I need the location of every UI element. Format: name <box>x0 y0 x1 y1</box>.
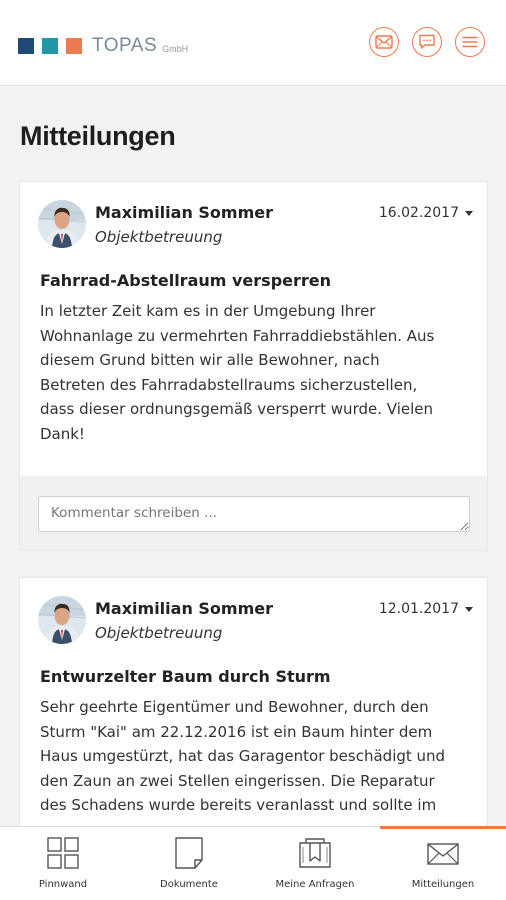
envelope-icon <box>427 843 459 865</box>
body-line: In letzter Zeit kam es in der Umgebung I… <box>40 302 376 320</box>
author-photo <box>38 200 86 248</box>
menu-icon <box>462 36 478 48</box>
avatar[interactable] <box>38 200 86 248</box>
message-title: Fahrrad-Abstellraum versperren <box>40 271 332 290</box>
body-line: den Zaun an zwei Stellen eingerissen. Di… <box>40 771 435 790</box>
tab-dokumente[interactable]: Dokumente <box>126 827 252 900</box>
logo-square-blue <box>18 38 34 54</box>
body-line: Betreten des Fahrradabstellraums sicherz… <box>40 375 418 394</box>
author-name: Maximilian Sommer <box>95 599 274 618</box>
brand-name: TOPAS <box>92 35 158 56</box>
message-body: In letzter Zeit kam es in der Umgebung I… <box>40 299 480 446</box>
author-role: Objektbetreuung <box>95 228 223 246</box>
bottom-tab-bar: Pinnwand Dokumente Meine Anfragen Mittei… <box>0 826 506 900</box>
tab-meine-anfragen[interactable]: Meine Anfragen <box>252 827 378 900</box>
logo-square-teal <box>42 38 58 54</box>
chat-icon <box>419 34 435 49</box>
requests-icon <box>299 838 331 868</box>
message-title: Entwurzelter Baum durch Sturm <box>40 667 331 686</box>
logo-square-orange <box>66 38 82 54</box>
menu-button[interactable] <box>455 27 485 57</box>
inbox-button[interactable] <box>369 27 399 57</box>
body-line: des Schadens wurde bereits veranlasst un… <box>40 796 437 814</box>
body-line: diesem Grund bitten wir alle Bewohner, n… <box>40 351 380 369</box>
chat-button[interactable] <box>412 27 442 57</box>
page-title: Mitteilungen <box>20 121 176 151</box>
tab-label: Meine Anfragen <box>275 879 355 890</box>
comment-input[interactable] <box>38 496 470 532</box>
brand-suffix: GmbH <box>162 44 189 54</box>
message-card: Maximilian Sommer Objektbetreuung 16.02.… <box>19 181 488 551</box>
body-line: Wohnanlage zu vermehrten Fahrraddiebstäh… <box>40 326 435 345</box>
caret-down-icon[interactable] <box>465 607 473 612</box>
avatar[interactable] <box>38 596 86 644</box>
tab-label: Dokumente <box>160 879 218 890</box>
body-line: Haus umgestürzt, hat das Garagentor besc… <box>40 747 446 765</box>
grid-icon <box>47 837 79 869</box>
mail-icon <box>375 35 393 49</box>
author-photo <box>38 596 86 644</box>
caret-down-icon[interactable] <box>465 211 473 216</box>
body-line: dass dieser ordnungsgemäß versperrt wurd… <box>40 400 433 418</box>
app-header: TOPAS GmbH <box>0 0 506 86</box>
author-role: Objektbetreuung <box>95 624 223 642</box>
body-line: Sturm "Kai" am 22.12.2016 ist ein Baum h… <box>40 722 433 741</box>
message-card: Maximilian Sommer Objektbetreuung 12.01.… <box>19 577 488 857</box>
message-body: Sehr geehrte Eigentümer und Bewohner, du… <box>40 695 480 818</box>
post-date: 16.02.2017 <box>378 205 459 221</box>
body-line: Sehr geehrte Eigentümer und Bewohner, du… <box>40 698 429 716</box>
tab-mitteilungen[interactable]: Mitteilungen <box>380 827 506 900</box>
document-icon <box>175 837 203 869</box>
author-name: Maximilian Sommer <box>95 203 274 222</box>
post-date: 12.01.2017 <box>378 601 459 617</box>
comment-section <box>20 476 487 550</box>
body-line: Dank! <box>40 424 85 443</box>
tab-label: Pinnwand <box>38 879 88 890</box>
tab-pinnwand[interactable]: Pinnwand <box>0 827 126 900</box>
brand-logo[interactable]: TOPAS GmbH <box>18 35 188 57</box>
tab-label: Mitteilungen <box>411 879 475 890</box>
